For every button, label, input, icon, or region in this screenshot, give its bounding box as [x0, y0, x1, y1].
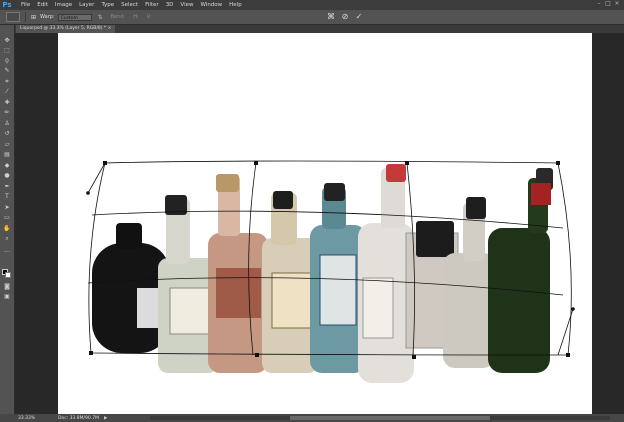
hand-tool-icon[interactable]: ✋	[3, 225, 11, 232]
pen-tool-icon[interactable]: ✒	[3, 183, 11, 190]
zoom-tool-icon[interactable]: ⌕	[3, 235, 11, 242]
document-tab-bar: Liquorpsd @ 33.3% (Layer 5, RGB/8) * ×	[14, 25, 624, 33]
cancel-transform-icon[interactable]: ⊘	[340, 12, 350, 22]
menu-bar: Ps File Edit Image Layer Type Select Fil…	[0, 0, 624, 10]
document-canvas[interactable]	[58, 33, 592, 415]
tools-panel: ✥ ⬚ ϙ ✎ ⌗ ⁄ ✚ ✏ ♙ ↺ ▱ ▤ ◆ ● ✒ T ➤ ▭ ✋ ⌕ …	[0, 25, 15, 415]
canvas-artwork	[86, 160, 575, 383]
crop-tool-icon[interactable]: ⌗	[3, 78, 11, 85]
transform-commit-group: ⌘ ⊘ ✓	[326, 12, 364, 22]
quick-select-tool-icon[interactable]: ✎	[3, 67, 11, 74]
more-tools-icon[interactable]: …	[3, 247, 11, 254]
menu-image[interactable]: Image	[55, 2, 72, 8]
move-tool-icon[interactable]: ✥	[3, 37, 11, 44]
warp-handle-line	[557, 308, 574, 356]
eraser-tool-icon[interactable]: ▱	[3, 141, 11, 148]
horizontal-scrollbar[interactable]	[150, 416, 610, 420]
maximize-icon[interactable]: □	[605, 1, 611, 7]
v-label: V:	[146, 14, 152, 20]
gradient-tool-icon[interactable]: ▤	[3, 151, 11, 158]
quick-mask-icon[interactable]: ◙	[3, 283, 11, 290]
menu-file[interactable]: File	[21, 2, 30, 8]
horizontal-scroll-thumb[interactable]	[290, 416, 490, 420]
path-select-icon[interactable]: ➤	[3, 204, 11, 211]
toggle-warp-icon[interactable]: ⌘	[326, 12, 336, 22]
background-color-swatch[interactable]	[5, 272, 11, 278]
lasso-tool-icon[interactable]: ϙ	[3, 57, 11, 64]
shape-tool-icon[interactable]: ▭	[3, 214, 11, 221]
menu-3d[interactable]: 3D	[166, 2, 174, 8]
change-orientation-icon[interactable]: ⇅	[98, 14, 103, 21]
screen-mode-icon[interactable]: ▣	[3, 293, 11, 300]
warp-handle-line	[87, 162, 106, 194]
h-label: H:	[133, 14, 139, 20]
history-brush-icon[interactable]: ↺	[3, 130, 11, 137]
menu-edit[interactable]: Edit	[37, 2, 48, 8]
document-tab-label: Liquorpsd @ 33.3% (Layer 5, RGB/8) *	[20, 26, 107, 31]
warp-mode-icon[interactable]: ⊞	[31, 14, 36, 21]
menu-window[interactable]: Window	[200, 2, 222, 8]
photoshop-logo: Ps	[2, 1, 12, 9]
eyedropper-tool-icon[interactable]: ⁄	[3, 88, 11, 95]
menu-help[interactable]: Help	[229, 2, 242, 8]
close-tab-icon[interactable]: ×	[108, 26, 112, 31]
close-icon[interactable]: ×	[614, 1, 620, 7]
zoom-level[interactable]: 33.33%	[18, 416, 44, 421]
healing-tool-icon[interactable]: ✚	[3, 99, 11, 106]
warp-label: Warp:	[40, 14, 55, 20]
document-tab[interactable]: Liquorpsd @ 33.3% (Layer 5, RGB/8) * ×	[16, 25, 116, 33]
bend-label: Bend:	[110, 14, 126, 20]
warp-right-edge	[557, 162, 572, 356]
brush-tool-icon[interactable]: ✏	[3, 109, 11, 116]
warp-top-edge	[104, 160, 559, 164]
window-controls: – □ ×	[596, 1, 620, 7]
type-tool-icon[interactable]: T	[3, 193, 11, 200]
commit-transform-icon[interactable]: ✓	[354, 12, 364, 22]
options-bar: ⊞ Warp: Custom ⇅ Bend: H: V:	[0, 10, 624, 25]
warp-style-select[interactable]: Custom	[57, 13, 92, 21]
menu-layer[interactable]: Layer	[79, 2, 94, 8]
blur-tool-icon[interactable]: ◆	[3, 162, 11, 169]
menu-type[interactable]: Type	[101, 2, 114, 8]
document-info[interactable]: Doc: 33.8M/90.7M	[58, 416, 102, 421]
status-bar: 33.33% Doc: 33.8M/90.7M ▶	[0, 414, 624, 422]
tool-preset-picker[interactable]	[6, 12, 20, 22]
stamp-tool-icon[interactable]: ♙	[3, 120, 11, 127]
marquee-tool-icon[interactable]: ⬚	[3, 47, 11, 54]
minimize-icon[interactable]: –	[596, 1, 602, 7]
separator	[25, 12, 26, 22]
menu-filter[interactable]: Filter	[145, 2, 159, 8]
bottles-image	[92, 164, 553, 383]
dodge-tool-icon[interactable]: ●	[3, 172, 11, 179]
menu-view[interactable]: View	[180, 2, 193, 8]
status-menu-arrow-icon[interactable]: ▶	[104, 416, 107, 421]
menu-select[interactable]: Select	[121, 2, 138, 8]
